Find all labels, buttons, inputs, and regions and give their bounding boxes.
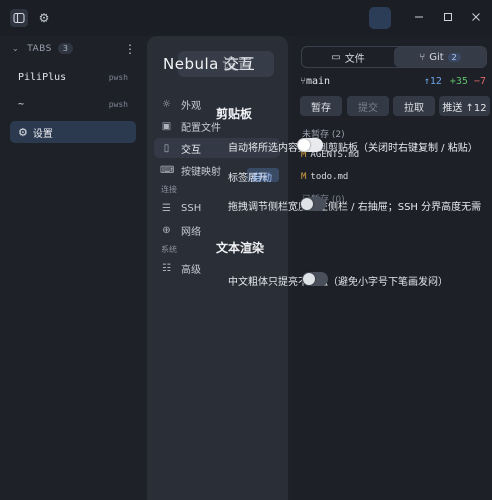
- deletions-count: −7: [473, 76, 486, 87]
- nav-label: 交互: [181, 144, 201, 156]
- nav-item-network[interactable]: ⊕ 网络: [160, 220, 280, 240]
- sun-icon: ☼: [162, 98, 171, 110]
- file-row-todo[interactable]: M todo.md: [301, 172, 348, 182]
- gear-icon: ⚙: [38, 11, 50, 25]
- tab-settings[interactable]: ⚙ 设置: [10, 121, 136, 143]
- tab-files[interactable]: ▭ 文件: [302, 47, 394, 67]
- bold-brighten-toggle[interactable]: [302, 272, 328, 286]
- push-button[interactable]: 推送 ↑12: [439, 96, 490, 116]
- nav-label: SSH: [181, 202, 202, 214]
- commit-button[interactable]: 提交: [347, 96, 389, 116]
- commit-label: 提交: [358, 102, 378, 114]
- drag-resize-toggle[interactable]: [300, 197, 326, 211]
- text-render-heading: 文本渲染: [216, 241, 265, 255]
- pull-button[interactable]: 拉取: [393, 96, 435, 116]
- session-shell: pwsh: [108, 99, 128, 109]
- folder-icon: ▭: [331, 51, 341, 63]
- nav-label: 按键映射: [181, 166, 221, 178]
- sliders-icon: ☷: [162, 262, 171, 274]
- clipboard-auto-copy-text: 自动将所选内容复制到剪贴板（关闭时右键复制 / 粘贴）: [228, 143, 478, 154]
- git-changes-badge: 2: [447, 52, 461, 62]
- branch-name: main: [306, 76, 331, 87]
- nav-group-system: 系统: [161, 245, 177, 254]
- close-button[interactable]: [465, 7, 487, 27]
- bold-brighten-text: 中文粗体只提亮不加粗（避免小字号下笔画发闷）: [228, 277, 448, 288]
- pull-label: 拉取: [404, 102, 424, 114]
- panel-tab-switch: ▭ 文件 ⑂ Git 2: [301, 46, 487, 68]
- tab-session-piliplus[interactable]: PiliPlus pwsh: [10, 66, 136, 88]
- push-label: 推送 ↑12: [442, 102, 487, 114]
- git-branch-icon: ⑂: [419, 51, 426, 63]
- nav-label: 高级: [181, 264, 201, 276]
- session-shell: pwsh: [108, 72, 128, 82]
- tab-git[interactable]: ⑂ Git 2: [394, 47, 486, 67]
- toggle-knob: [301, 198, 313, 210]
- minimize-icon: [415, 16, 423, 18]
- ahead-count: ↑12: [423, 76, 442, 87]
- maximize-icon: [444, 13, 452, 21]
- minimize-button[interactable]: [408, 7, 430, 27]
- clipboard-auto-copy-toggle[interactable]: [297, 138, 323, 152]
- tab-files-label: 文件: [344, 53, 365, 65]
- settings-button[interactable]: ⚙: [35, 9, 53, 27]
- session-name: PiliPlus: [18, 71, 67, 83]
- tab-session-home[interactable]: ~ pwsh: [10, 93, 136, 115]
- session-name: ~: [18, 98, 25, 110]
- close-icon: [472, 13, 480, 21]
- stash-label: 暂存: [311, 102, 331, 114]
- tabs-label: TABS: [27, 43, 52, 54]
- additions-count: +35: [449, 76, 468, 87]
- clipboard-heading: 剪贴板: [216, 107, 253, 121]
- chevron-down-icon: ⌄: [12, 44, 20, 53]
- accent-color-swatch[interactable]: [369, 7, 391, 29]
- maximize-button[interactable]: [437, 7, 459, 27]
- nav-label: 配置文件: [181, 122, 221, 134]
- gear-icon: ⚙: [18, 125, 28, 139]
- tab-expand-value: 自动: [252, 173, 272, 184]
- tabs-header[interactable]: ⌄ TABS 3: [12, 43, 74, 54]
- tab-git-label: Git: [429, 51, 444, 63]
- server-icon: ☰: [162, 202, 171, 214]
- modified-status: M: [301, 172, 307, 182]
- globe-icon: ⊕: [162, 224, 171, 236]
- settings-tab-label: 设置: [32, 128, 53, 140]
- tabs-count-badge: 3: [57, 43, 74, 54]
- toggle-knob: [303, 273, 315, 285]
- nav-label: 外观: [181, 100, 201, 112]
- keyboard-icon: ⌨: [160, 164, 175, 176]
- mouse-icon: ▯: [163, 142, 170, 154]
- file-name: todo.md: [310, 172, 349, 182]
- sidebar-toggle-button[interactable]: [10, 9, 28, 27]
- drag-resize-text: 拖拽调节侧栏宽度（左侧栏 / 右抽屉；SSH 分界高度无需: [228, 202, 482, 213]
- branch-row[interactable]: ⑂ main ↑12 +35 −7: [300, 76, 486, 87]
- nav-label: 网络: [181, 226, 201, 238]
- page-title-overlay: 设置: [222, 55, 254, 73]
- more-options-icon[interactable]: ⋮: [124, 42, 136, 56]
- nav-group-connect: 连接: [161, 185, 177, 194]
- image-icon: ▣: [161, 120, 172, 132]
- toggle-knob: [298, 139, 310, 151]
- sidebar-icon: [13, 12, 25, 24]
- stash-button[interactable]: 暂存: [300, 96, 342, 116]
